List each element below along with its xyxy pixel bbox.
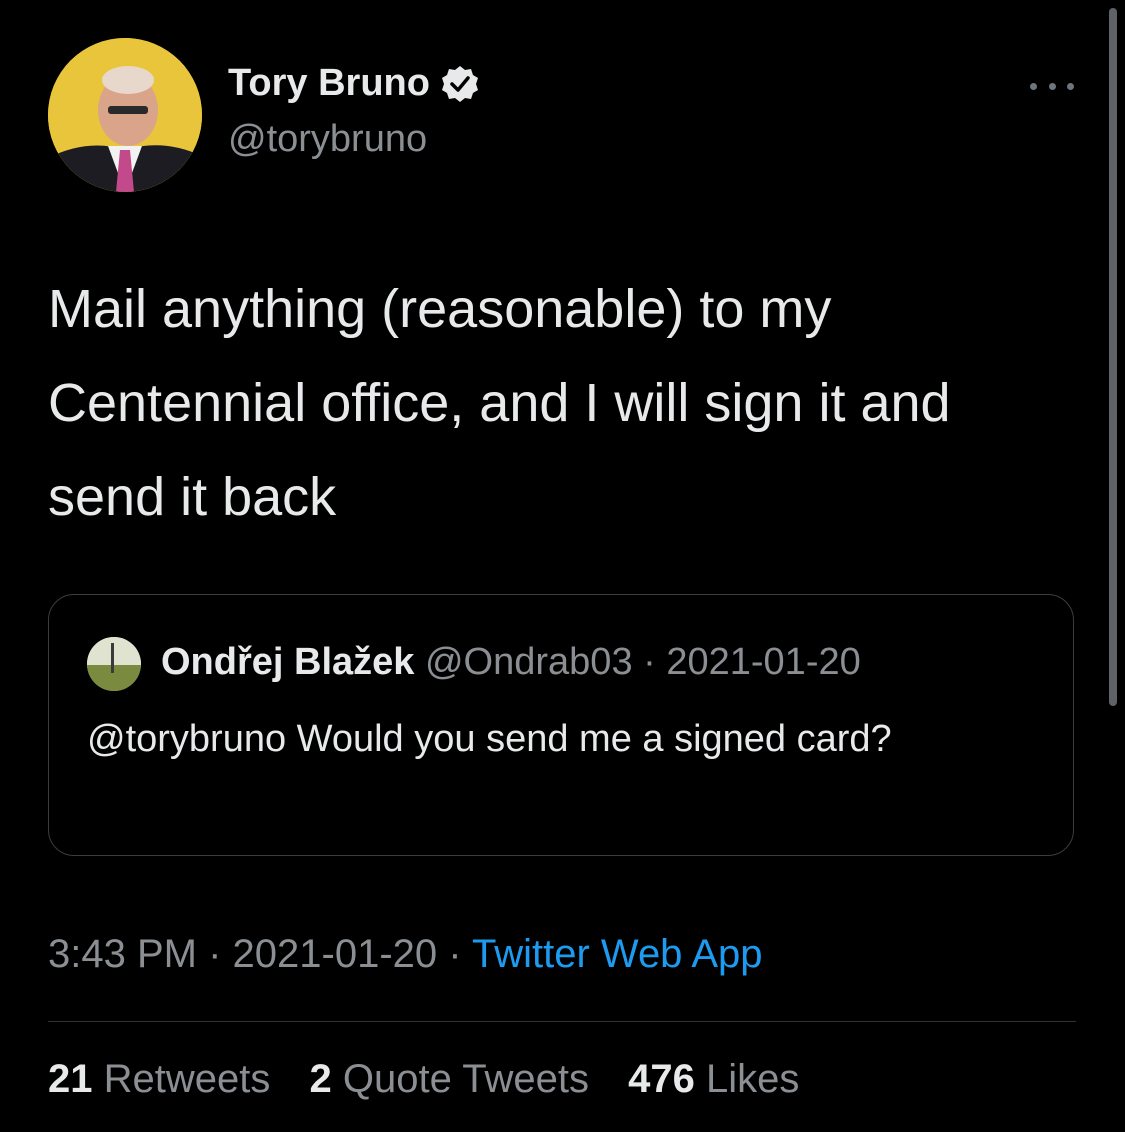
tweet-time[interactable]: 3:43 PM	[48, 932, 197, 976]
author-handle[interactable]: @torybruno	[228, 118, 427, 161]
meta-separator: ·	[208, 932, 222, 976]
retweets-label: Retweets	[103, 1057, 271, 1101]
tweet-text: Mail anything (reasonable) to my Centenn…	[48, 279, 951, 527]
tweet-date[interactable]: 2021-01-20	[233, 932, 438, 976]
tweet-source-link[interactable]: Twitter Web App	[472, 932, 763, 976]
author-avatar[interactable]	[48, 38, 202, 192]
quoted-tweet-header: Ondřej Blažek @Ondrab03 · 2021-01-20	[161, 641, 861, 684]
quote-tweets-stat[interactable]: 2 Quote Tweets	[310, 1057, 589, 1101]
quoted-avatar-image	[87, 637, 141, 691]
meta-separator: ·	[448, 932, 462, 976]
divider	[48, 1021, 1076, 1022]
scrollbar[interactable]	[1109, 8, 1117, 706]
quoted-separator: ·	[643, 641, 656, 683]
more-options-icon[interactable]	[1030, 72, 1074, 100]
quoted-author-avatar[interactable]	[87, 637, 141, 691]
retweets-stat[interactable]: 21 Retweets	[48, 1057, 270, 1101]
quoted-author-handle[interactable]: @Ondrab03	[425, 641, 633, 683]
author-name-row[interactable]: Tory Bruno	[228, 62, 480, 105]
author-name[interactable]: Tory Bruno	[228, 62, 430, 105]
author-avatar-image	[48, 38, 202, 192]
retweets-count: 21	[48, 1057, 93, 1101]
quotes-label: Quote Tweets	[342, 1057, 589, 1101]
quotes-count: 2	[309, 1057, 332, 1101]
quoted-tweet-card[interactable]: Ondřej Blažek @Ondrab03 · 2021-01-20 @to…	[48, 594, 1074, 856]
tweet-stats: 21 Retweets 2 Quote Tweets 476 Likes	[48, 1057, 827, 1102]
tweet-meta: 3:43 PM · 2021-01-20 · Twitter Web App	[48, 932, 763, 977]
likes-count: 476	[628, 1057, 695, 1101]
verified-badge-icon	[440, 64, 480, 104]
quoted-date: 2021-01-20	[666, 641, 861, 683]
likes-stat[interactable]: 476 Likes	[628, 1057, 799, 1101]
quoted-author-name[interactable]: Ondřej Blažek	[161, 641, 414, 683]
likes-label: Likes	[705, 1057, 800, 1101]
quoted-tweet-text: @torybruno Would you send me a signed ca…	[87, 718, 892, 760]
